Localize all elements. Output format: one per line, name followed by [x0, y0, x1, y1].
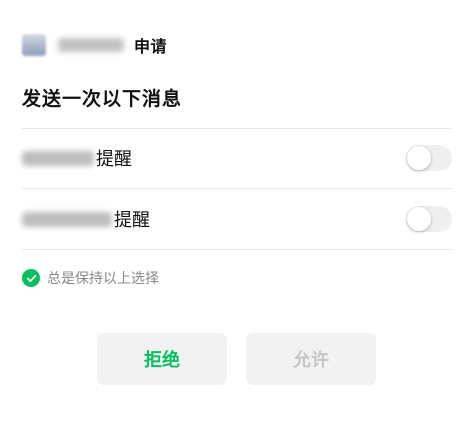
header-suffix: 申请 [134, 37, 168, 56]
redacted-message-name [22, 150, 94, 166]
option-row-1: 提醒 [22, 128, 452, 188]
option-toggle[interactable] [406, 206, 452, 232]
option-toggle[interactable] [406, 145, 452, 171]
option-label-suffix: 提醒 [96, 149, 132, 170]
check-circle-icon [22, 269, 40, 287]
option-label: 提醒 [22, 206, 150, 232]
dialog-title: 发送一次以下消息 [22, 88, 183, 110]
redacted-message-name [22, 211, 112, 227]
option-label-suffix: 提醒 [114, 210, 150, 231]
dialog-header: 申请 [22, 32, 167, 58]
toggle-knob [407, 207, 431, 231]
keep-choice-checkbox[interactable]: 总是保持以上选择 [22, 268, 159, 288]
reject-button[interactable]: 拒绝 [97, 333, 227, 385]
app-logo-icon [22, 34, 46, 56]
allow-button[interactable]: 允许 [246, 333, 376, 385]
toggle-knob [407, 146, 431, 170]
keep-choice-label: 总是保持以上选择 [47, 271, 159, 287]
option-label: 提醒 [22, 145, 132, 171]
option-row-2: 提醒 [22, 189, 452, 249]
redacted-app-name [58, 38, 124, 52]
divider [22, 249, 452, 250]
subscribe-message-dialog: 申请 发送一次以下消息 提醒 提醒 总是保持以上选择 拒绝 允许 [0, 0, 474, 429]
